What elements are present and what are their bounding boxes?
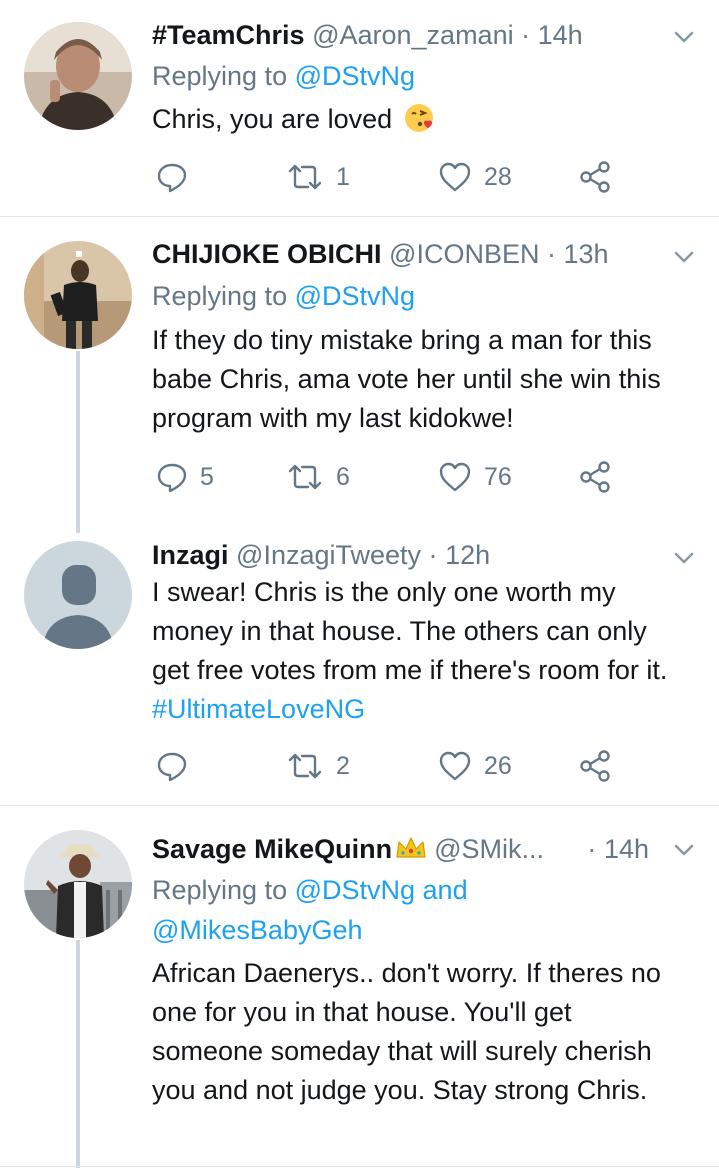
tweet-text: If they do tiny mistake bring a man for …	[152, 325, 661, 433]
replying-to: Replying to @DStvNg and @MikesBabyGeh	[152, 870, 689, 950]
retweet-icon	[288, 464, 322, 490]
reply-button[interactable]	[156, 746, 200, 786]
retweet-icon	[288, 164, 322, 190]
retweet-button[interactable]: 2	[286, 746, 350, 786]
kissing-face-emoji	[404, 104, 433, 132]
retweet-button[interactable]: 1	[286, 157, 350, 197]
reply-icon	[157, 163, 187, 193]
share-icon	[580, 461, 610, 493]
heart-icon	[439, 751, 471, 781]
tweet-3[interactable]: Inzagi @InzagiTweety · 12h I swear! Chri…	[0, 533, 719, 805]
display-name[interactable]: #TeamChris	[152, 20, 305, 50]
separator-dot: ·	[521, 20, 531, 50]
tweet-header: Savage MikeQuinn @SMik...	[152, 832, 589, 866]
user-handle[interactable]: @SMik...	[434, 834, 544, 864]
share-icon	[580, 750, 610, 782]
replying-to-label: Replying to	[152, 281, 295, 311]
replying-to: Replying to @DStvNg	[152, 276, 689, 316]
user-handle[interactable]: @ICONBEN	[389, 239, 539, 269]
avatar[interactable]	[24, 22, 132, 130]
like-count: 28	[484, 162, 512, 191]
tweet-text: I swear! Chris is the only one worth my …	[152, 573, 679, 729]
crown-emoji	[396, 837, 426, 858]
reply-button[interactable]	[156, 157, 200, 197]
tweet-text-content: I swear! Chris is the only one worth my …	[152, 577, 668, 685]
separator-dot: ·	[547, 239, 556, 269]
retweet-icon	[288, 753, 322, 779]
chevron-down-icon[interactable]	[671, 24, 697, 50]
replying-to-link[interactable]: @DStvNg	[295, 61, 415, 91]
replying-to-link[interactable]: @DStvNg	[295, 875, 415, 905]
avatar[interactable]	[24, 830, 132, 938]
like-button[interactable]: 26	[438, 746, 512, 786]
heart-icon	[439, 462, 471, 492]
like-count: 76	[484, 462, 512, 491]
tweet-text: Chris, you are loved	[152, 100, 679, 139]
tweet-4[interactable]: Savage MikeQuinn @SMik... · 14h Replying…	[0, 806, 719, 1168]
reply-icon	[157, 752, 187, 782]
tweet-header: CHIJIOKE OBICHI @ICONBEN · 13h	[152, 237, 649, 271]
tweet-actions: 5 6 76	[152, 457, 652, 497]
retweet-button[interactable]: 6	[286, 457, 350, 497]
timestamp[interactable]: 14h	[538, 20, 583, 50]
tweet-divider	[0, 1166, 719, 1167]
timestamp[interactable]: 14h	[604, 834, 649, 864]
hashtag-link[interactable]: #UltimateLoveNG	[152, 694, 365, 724]
replying-to: Replying to @DStvNg	[152, 56, 689, 96]
thread-line	[76, 351, 80, 533]
retweet-count: 1	[336, 162, 350, 191]
retweet-count: 6	[336, 462, 350, 491]
retweet-count: 2	[336, 751, 350, 780]
timestamp[interactable]: 12h	[445, 540, 490, 570]
like-button[interactable]: 76	[438, 457, 512, 497]
tweet-2[interactable]: CHIJIOKE OBICHI @ICONBEN · 13h Replying …	[0, 217, 719, 533]
share-icon	[580, 161, 610, 193]
share-button[interactable]	[578, 457, 612, 497]
user-handle[interactable]: @Aaron_zamani	[312, 20, 514, 50]
like-button[interactable]: 28	[438, 157, 512, 197]
chevron-down-icon[interactable]	[671, 837, 697, 863]
separator-dot: ·	[587, 834, 597, 864]
replying-to-and: and	[415, 875, 468, 905]
avatar-default[interactable]	[24, 541, 132, 649]
separator-dot: ·	[428, 540, 438, 570]
reply-count: 5	[200, 462, 214, 491]
replying-to-link[interactable]: @DStvNg	[295, 281, 415, 311]
avatar[interactable]	[24, 241, 132, 349]
reply-icon	[157, 463, 187, 493]
tweet-text-content: Chris, you are loved	[152, 104, 393, 134]
share-button[interactable]	[578, 157, 612, 197]
like-count: 26	[484, 751, 512, 780]
share-button[interactable]	[578, 746, 612, 786]
heart-icon	[439, 162, 471, 192]
thread-line	[76, 940, 80, 1168]
replying-to-label: Replying to	[152, 875, 295, 905]
tweet-actions: 2 26	[152, 746, 652, 786]
tweet-header: Inzagi @InzagiTweety · 12h	[152, 538, 649, 572]
tweet-meta: · 14h	[587, 832, 649, 866]
replying-to-label: Replying to	[152, 61, 295, 91]
display-name[interactable]: Savage MikeQuinn	[152, 834, 392, 864]
chevron-down-icon[interactable]	[671, 244, 697, 270]
reply-button[interactable]: 5	[156, 457, 214, 497]
display-name[interactable]: CHIJIOKE OBICHI	[152, 239, 382, 269]
tweet-1[interactable]: #TeamChris @Aaron_zamani · 14h Replying …	[0, 0, 719, 216]
tweet-header: #TeamChris @Aaron_zamani · 14h	[152, 18, 649, 52]
chevron-down-icon[interactable]	[671, 545, 697, 571]
user-handle[interactable]: @InzagiTweety	[236, 540, 421, 570]
tweet-actions: 1 28	[152, 157, 652, 197]
replying-to-link-2[interactable]: @MikesBabyGeh	[152, 915, 363, 945]
display-name[interactable]: Inzagi	[152, 540, 229, 570]
timestamp[interactable]: 13h	[564, 239, 609, 269]
tweet-text: African Daenerys.. don't worry. If there…	[152, 958, 661, 1105]
